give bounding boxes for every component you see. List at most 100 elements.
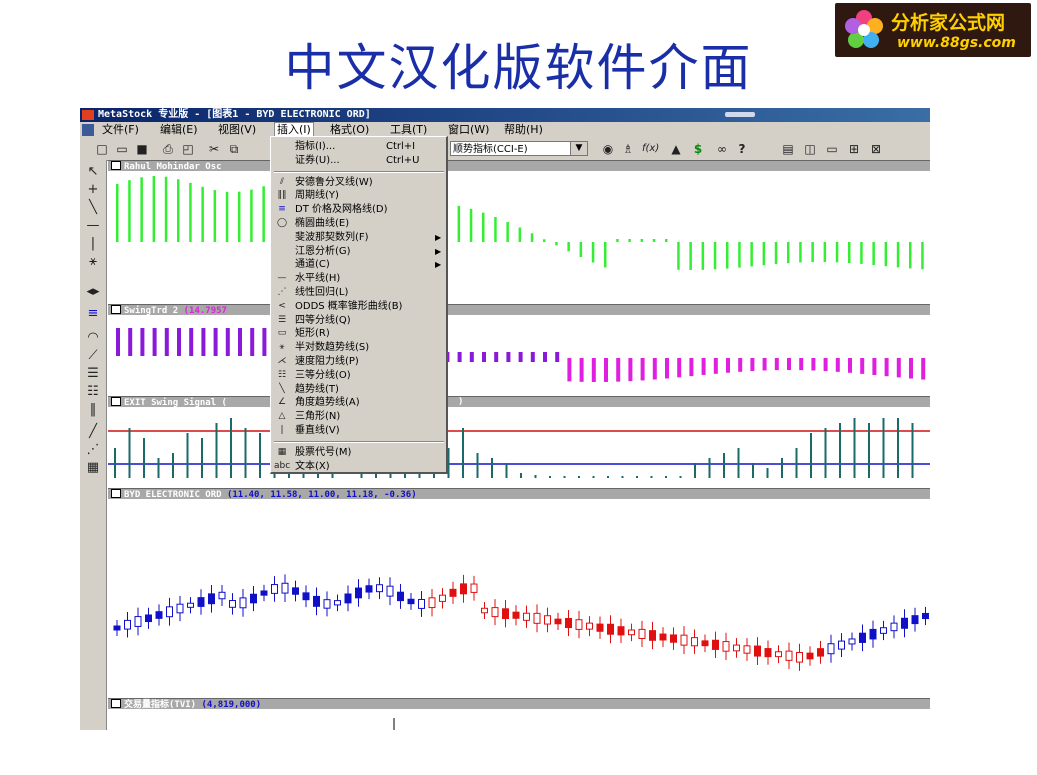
osc-bar — [152, 176, 156, 242]
menu-item[interactable]: — 水平线(H) — [271, 272, 447, 285]
menu-item[interactable]: < ODDS 概率锥形曲线(B) — [271, 300, 447, 313]
chevron-down-icon[interactable]: ▼ — [570, 141, 588, 156]
print-preview-icon[interactable]: ◰ — [180, 142, 196, 156]
vertical-line-tool-icon[interactable]: | — [83, 236, 103, 252]
expert-icon[interactable]: ♗ — [620, 142, 636, 156]
swing-bar — [469, 352, 474, 362]
menu-item[interactable]: ⋰ 线性回归(L) — [271, 286, 447, 299]
exit-bar — [563, 476, 566, 478]
new-icon[interactable]: □ — [94, 142, 110, 156]
print-icon[interactable]: ⎙ — [160, 142, 176, 156]
semilog-trendline-icon: ⚹ — [279, 342, 285, 353]
dollar-icon[interactable]: $ — [690, 142, 706, 156]
crosshair-icon[interactable]: + — [83, 182, 103, 198]
speed-resistance-icon: ⋌ — [277, 356, 287, 366]
menu-item[interactable]: △ 三角形(N) — [271, 410, 447, 423]
candle-body — [176, 603, 184, 614]
menu-item[interactable]: ≡ DT 价格及网格线(D) — [271, 203, 447, 216]
candle-body — [712, 639, 719, 650]
semilog-tool-icon[interactable]: ⚹ — [83, 254, 103, 270]
menu-item[interactable]: abc 文本(X) — [271, 460, 447, 473]
menu-help[interactable]: 帮助(H) — [504, 122, 543, 138]
osc-bar — [726, 242, 729, 269]
candle-body — [817, 648, 824, 657]
candle-body — [271, 584, 278, 594]
menu-item[interactable]: 江恩分析(G) ▶ — [271, 245, 447, 258]
layout-icon-5[interactable]: ⊠ — [868, 142, 884, 156]
layout-icon-4[interactable]: ⊞ — [846, 142, 862, 156]
menu-item[interactable]: | 垂直线(V) — [271, 424, 447, 437]
candle-body — [722, 641, 730, 652]
candle-body — [617, 626, 625, 636]
menu-item[interactable]: ☰ 四等分线(Q) — [271, 314, 447, 327]
menu-item[interactable]: 指标(I)... Ctrl+I — [271, 140, 447, 153]
menu-item[interactable]: ▦ 股票代号(M) — [271, 446, 447, 459]
candle-body — [691, 637, 698, 647]
menu-item[interactable]: 斐波那契数列(F) ▶ — [271, 231, 447, 244]
menu-item[interactable]: ∠ 角度趋势线(A) — [271, 396, 447, 409]
fib-tool-icon[interactable]: ☷ — [83, 384, 103, 400]
exit-bar — [505, 463, 508, 478]
app-icon[interactable] — [82, 110, 94, 120]
menu-window[interactable]: 窗口(W) — [448, 122, 489, 138]
menu-item[interactable]: ⚹ 半对数趋势线(S) — [271, 341, 447, 354]
menu-item[interactable]: ╲ 趋势线(T) — [271, 383, 447, 396]
line-tool-icon[interactable]: ╱ — [83, 424, 103, 440]
save-icon[interactable]: ■ — [134, 142, 150, 156]
menu-edit[interactable]: 编辑(E) — [160, 122, 198, 138]
menu-item[interactable]: 证券(U)... Ctrl+U — [271, 154, 447, 167]
grid-tool-icon[interactable]: ▦ — [83, 460, 103, 476]
layout-icon-3[interactable]: ▭ — [824, 142, 840, 156]
exit-bar — [172, 453, 174, 478]
binoculars-icon[interactable]: ∞ — [714, 142, 730, 156]
system-tester-icon[interactable]: ▲ — [668, 142, 684, 156]
menu-item[interactable]: ⋌ 速度阻力线(P) — [271, 355, 447, 368]
indicator-select[interactable]: 顺势指标(CCI-E) — [450, 141, 588, 156]
arc-tool-icon[interactable]: ◠ — [83, 330, 103, 346]
exit-bar — [679, 476, 682, 478]
exit-bar — [201, 438, 203, 478]
retracement-tool-icon[interactable]: ☰ — [83, 366, 103, 382]
exit-bar — [665, 476, 667, 478]
menu-item[interactable]: 通道(C) ▶ — [271, 258, 447, 271]
layout-icon-2[interactable]: ◫ — [802, 142, 818, 156]
doc-icon[interactable] — [82, 124, 94, 136]
menu-item[interactable]: ‖‖ 周期线(Y) — [271, 189, 447, 202]
zoom-arrows-icon[interactable]: ◂▸ — [83, 284, 103, 300]
copy-icon[interactable]: ⧉ — [226, 142, 242, 156]
titlebar-control[interactable] — [725, 112, 755, 117]
fan-tool-icon[interactable]: ⟋ — [83, 348, 103, 364]
swing-bar — [896, 358, 901, 378]
open-icon[interactable]: ▭ — [114, 142, 130, 156]
exit-bar — [650, 476, 653, 478]
osc-bar — [848, 242, 851, 263]
candle-body — [386, 585, 394, 597]
cut-icon[interactable]: ✂ — [206, 142, 222, 156]
trendline-tool-icon[interactable]: ╲ — [83, 200, 103, 216]
speed-line-tool-icon[interactable]: ⋰ — [83, 442, 103, 458]
layout-icon-1[interactable]: ▤ — [780, 142, 796, 156]
menu-item[interactable]: ▭ 矩形(R) — [271, 327, 447, 340]
menu-item[interactable]: ⫽ 安德鲁分叉线(W) — [271, 176, 447, 189]
osc-bar — [738, 242, 741, 268]
menu-item-label: 速度阻力线(P) — [295, 356, 359, 367]
explorer-icon[interactable]: ◉ — [600, 142, 616, 156]
exit-bar — [476, 453, 479, 478]
horizontal-line-tool-icon[interactable]: — — [83, 218, 103, 234]
window-title: MetaStock 专业版 - [图表1 - BYD ELECTRONIC OR… — [98, 109, 371, 120]
swing-bar — [750, 358, 755, 372]
menu-item[interactable]: ☷ 三等分线(O) — [271, 369, 447, 382]
menu-item[interactable]: ◯ 椭圆曲线(E) — [271, 217, 447, 230]
pointer-icon[interactable]: ↖ — [83, 164, 103, 180]
dt-grid-tool-icon[interactable]: ≡ — [83, 306, 103, 322]
candle-body — [649, 630, 656, 641]
vertical-line-icon: | — [280, 425, 284, 435]
menu-file[interactable]: 文件(F) — [102, 122, 139, 138]
osc-bar — [250, 189, 253, 242]
help-pointer-icon[interactable]: ? — [734, 142, 750, 156]
menu-view[interactable]: 视图(V) — [218, 122, 256, 138]
formula-icon[interactable]: f(x) — [642, 142, 659, 156]
price-chart — [113, 574, 929, 671]
exit-bar — [795, 448, 798, 478]
cycle-tool-icon[interactable]: ‖ — [83, 402, 103, 418]
